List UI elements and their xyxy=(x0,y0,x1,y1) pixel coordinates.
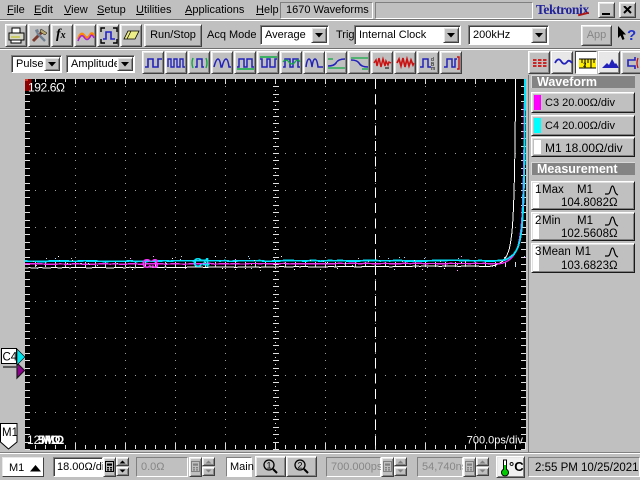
svg-text:MΩ: MΩ xyxy=(41,433,61,447)
svg-text:C4: C4 xyxy=(3,352,18,364)
svg-text:2: 2 xyxy=(298,461,303,471)
svg-text:192.6Ω: 192.6Ω xyxy=(28,81,65,95)
svg-text:M1: M1 xyxy=(2,427,18,439)
svg-text:C3: C3 xyxy=(142,256,159,271)
svg-text:C4: C4 xyxy=(193,255,210,270)
svg-text:m: m xyxy=(431,66,435,70)
svg-text:700.0ps/div: 700.0ps/div xyxy=(467,435,524,447)
svg-text:1: 1 xyxy=(267,461,272,471)
svg-text:?: ? xyxy=(627,27,636,44)
